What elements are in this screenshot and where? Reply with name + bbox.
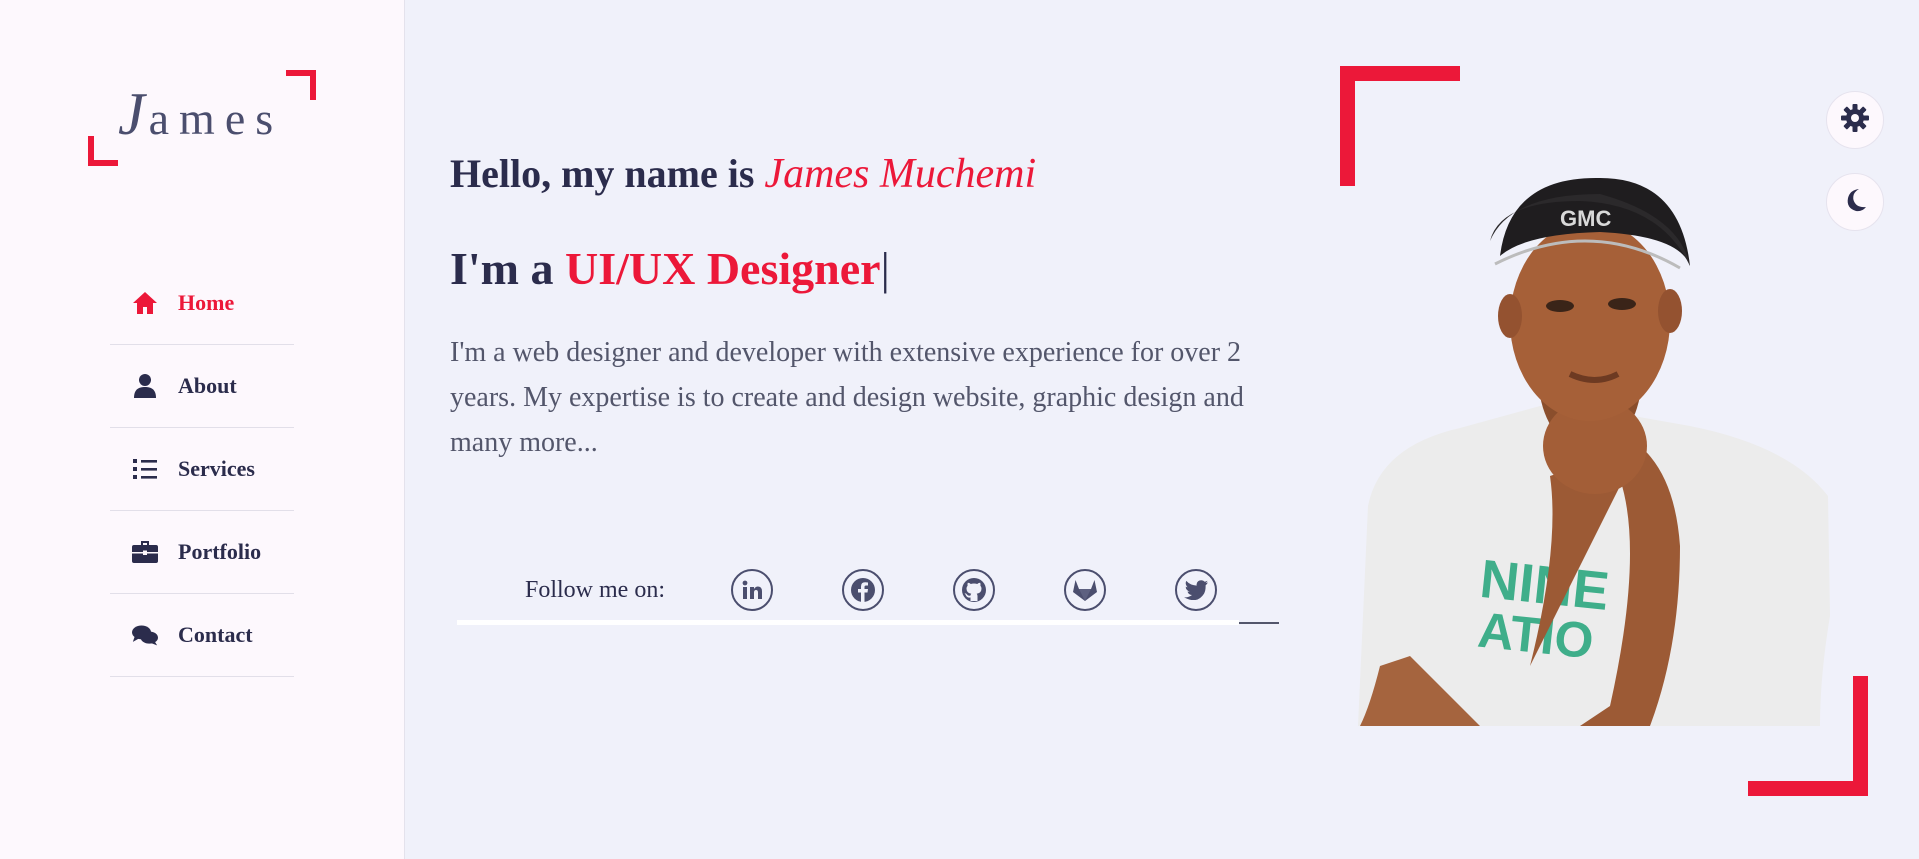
- role-typed: UI/UX Designer: [565, 243, 881, 294]
- nav-item-services[interactable]: Services: [110, 428, 294, 511]
- nav-item-contact[interactable]: Contact: [110, 594, 294, 677]
- profile-photo: NINE ATIO GMC: [1358, 177, 1830, 726]
- role-heading: I'm a UI/UX Designer|: [450, 242, 890, 295]
- nav-item-about[interactable]: About: [110, 345, 294, 428]
- briefcase-icon: [132, 539, 158, 565]
- intro-description: I'm a web designer and developer with ex…: [450, 337, 1244, 458]
- nav-item-label: About: [178, 373, 237, 398]
- nav-item-portfolio[interactable]: Portfolio: [110, 511, 294, 594]
- logo-corner-top-right: [286, 70, 316, 100]
- moon-icon: [1842, 187, 1868, 218]
- nav-item-label: Services: [178, 456, 255, 481]
- linkedin-icon[interactable]: [731, 569, 773, 611]
- sidebar: James Home About Services Portfolio Cont…: [0, 0, 405, 859]
- main-nav: Home About Services Portfolio Contact: [110, 262, 294, 677]
- home-icon: [132, 290, 158, 316]
- twitter-icon[interactable]: [1175, 569, 1217, 611]
- follow-label: Follow me on:: [525, 577, 666, 603]
- greeting-text: Hello, my name is: [450, 151, 755, 196]
- list-icon: [132, 456, 158, 482]
- home-section: Hello, my name is James Muchemi I'm a UI…: [405, 0, 1919, 859]
- owner-name: James Muchemi: [764, 151, 1037, 197]
- typing-cursor: |: [880, 243, 890, 294]
- follow-divider-accent: [1239, 622, 1279, 624]
- nav-item-label: Home: [178, 290, 235, 315]
- role-prefix: I'm a: [450, 243, 554, 294]
- github-icon[interactable]: [953, 569, 995, 611]
- svg-text:GMC: GMC: [1560, 206, 1611, 231]
- nav-item-label: Portfolio: [178, 539, 262, 564]
- logo-text: James: [118, 81, 284, 147]
- user-icon: [132, 373, 158, 399]
- theme-toggle-button[interactable]: [1826, 173, 1884, 231]
- profile-photo-frame: NINE ATIO GMC: [1340, 66, 1872, 796]
- logo-corner-bottom-left: [88, 136, 118, 166]
- social-follow-bar: Follow me on:: [457, 560, 1285, 628]
- settings-button[interactable]: [1826, 91, 1884, 149]
- nav-item-home[interactable]: Home: [110, 262, 294, 345]
- follow-divider: [457, 620, 1239, 625]
- nav-item-label: Contact: [178, 622, 253, 647]
- logo[interactable]: James: [88, 70, 316, 170]
- gear-icon: [1840, 103, 1870, 138]
- facebook-icon[interactable]: [842, 569, 884, 611]
- comments-icon: [132, 622, 158, 648]
- greeting-heading: Hello, my name is James Muchemi: [450, 150, 1036, 198]
- gitlab-icon[interactable]: [1064, 569, 1106, 611]
